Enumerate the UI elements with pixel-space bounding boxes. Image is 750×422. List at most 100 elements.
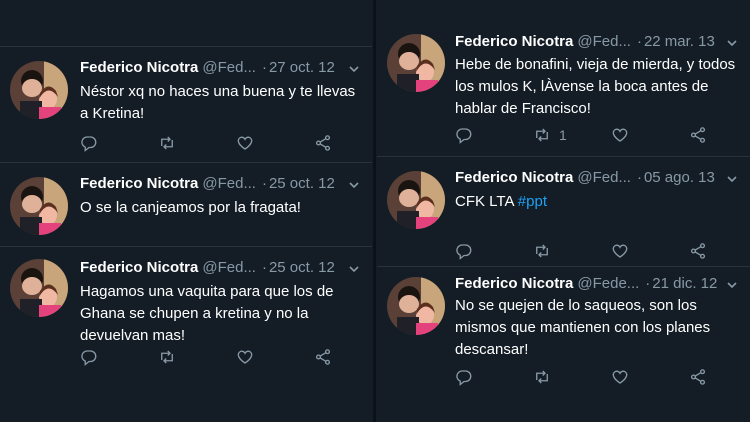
retweet-button[interactable] (158, 133, 184, 153)
tweet-card[interactable]: Federico Nicotra @Fed... · 27 oct. 12 Nésto… (0, 46, 372, 163)
heart-icon (612, 370, 628, 384)
avatar[interactable] (10, 61, 68, 119)
share-icon (315, 349, 331, 365)
avatar[interactable] (10, 177, 68, 235)
tweet-card[interactable]: Federico Nicotra @Fed... · 05 ago. 13 CFK L… (377, 156, 750, 267)
share-button[interactable] (689, 125, 707, 145)
tweet-date[interactable]: 22 mar. 13 (644, 33, 715, 50)
author-handle[interactable]: @Fede... (577, 275, 639, 292)
tweet-date[interactable]: 25 oct. 12 (269, 175, 335, 192)
reply-icon (456, 244, 472, 260)
share-button[interactable] (689, 241, 707, 261)
tweet-header: Federico Nicotra @Fed... · 05 ago. 13 (455, 169, 742, 189)
tweet-column-right: Federico Nicotra @Fed... · 22 mar. 13 Hebe … (377, 0, 750, 422)
tweet-text-content: O se la canjeamos por la fragata! (80, 199, 301, 216)
author-handle[interactable]: @Fed... (577, 169, 631, 186)
retweet-button[interactable]: 1 (533, 125, 567, 145)
hashtag-link[interactable]: #ppt (518, 193, 547, 210)
chevron-down-icon[interactable] (726, 37, 738, 49)
avatar[interactable] (387, 171, 445, 229)
share-button[interactable] (314, 133, 332, 153)
avatar[interactable] (387, 34, 445, 92)
reply-button[interactable] (455, 125, 473, 145)
tweet-date[interactable]: 21 dic. 12 (652, 275, 717, 292)
author-name[interactable]: Federico Nicotra (80, 259, 198, 276)
author-name[interactable]: Federico Nicotra (455, 33, 573, 50)
tweet-actions (80, 347, 350, 367)
tweet-actions (455, 241, 725, 261)
reply-icon (456, 370, 472, 386)
retweet-count: 1 (559, 127, 567, 143)
share-icon (690, 243, 706, 259)
separator-dot: · (261, 175, 267, 192)
like-button[interactable] (236, 133, 254, 153)
retweet-icon (161, 136, 173, 150)
author-name[interactable]: Federico Nicotra (455, 169, 573, 186)
tweet-date[interactable]: 05 ago. 13 (644, 169, 715, 186)
like-button[interactable] (611, 241, 629, 261)
retweet-button[interactable] (533, 367, 559, 387)
tweet-header: Federico Nicotra @Fed... · 25 oct. 12 (80, 175, 364, 195)
retweet-button[interactable] (533, 241, 559, 261)
tweet-date[interactable]: 25 oct. 12 (269, 259, 335, 276)
retweet-icon (536, 244, 548, 258)
tweet-card[interactable]: Federico Nicotra @Fede... · 21 dic. 12 No s… (377, 266, 750, 395)
retweet-icon (536, 370, 548, 384)
chevron-down-icon[interactable] (726, 279, 738, 291)
author-name[interactable]: Federico Nicotra (80, 59, 198, 76)
reply-button[interactable] (455, 241, 473, 261)
heart-icon (612, 128, 628, 142)
tweet-text-content: Hebe de bonafini, vieja de mierda, y tod… (455, 56, 736, 117)
share-button[interactable] (689, 367, 707, 387)
tweet-actions (80, 133, 350, 153)
reply-icon (81, 350, 97, 366)
separator-dot: · (261, 259, 267, 276)
retweet-button[interactable] (158, 347, 184, 367)
retweet-icon (161, 350, 173, 364)
tweet-card[interactable]: Federico Nicotra @Fed... · 22 mar. 13 Hebe … (377, 22, 750, 156)
like-button[interactable] (611, 125, 629, 145)
share-icon (690, 369, 706, 385)
tweet-date[interactable]: 27 oct. 12 (269, 59, 335, 76)
share-icon (690, 127, 706, 143)
reply-button[interactable] (455, 367, 473, 387)
reply-icon (81, 136, 97, 152)
like-button[interactable] (236, 347, 254, 367)
avatar[interactable] (10, 259, 68, 317)
tweet-column-left: Federico Nicotra @Fed... · 27 oct. 12 Nésto… (0, 0, 372, 422)
like-button[interactable] (611, 367, 629, 387)
separator-dot: · (645, 275, 651, 292)
tweet-text: Néstor xq no haces una buena y te llevas… (80, 81, 362, 125)
tweet-card[interactable]: Federico Nicotra @Fed... · 25 oct. 12 O se … (0, 162, 372, 247)
reply-button[interactable] (80, 347, 98, 367)
tweet-header: Federico Nicotra @Fed... · 27 oct. 12 (80, 59, 364, 79)
tweet-actions (455, 367, 725, 387)
share-button[interactable] (314, 347, 332, 367)
separator-dot: · (261, 59, 267, 76)
author-handle[interactable]: @Fed... (202, 59, 256, 76)
tweet-text: Hagamos una vaquita para que los de Ghan… (80, 281, 362, 347)
author-name[interactable]: Federico Nicotra (455, 275, 573, 292)
reply-button[interactable] (80, 133, 98, 153)
tweet-actions: 1 (455, 125, 725, 145)
chevron-down-icon[interactable] (348, 179, 360, 191)
reply-icon (456, 128, 472, 144)
share-icon (315, 135, 331, 151)
author-name[interactable]: Federico Nicotra (80, 175, 198, 192)
author-handle[interactable]: @Fed... (577, 33, 631, 50)
tweet-text-content: CFK LTA (455, 193, 518, 210)
chevron-down-icon[interactable] (726, 173, 738, 185)
tweet-header: Federico Nicotra @Fede... · 21 dic. 12 (455, 275, 742, 295)
tweet-text: CFK LTA #ppt (455, 191, 740, 213)
author-handle[interactable]: @Fed... (202, 259, 256, 276)
tweet-text-content: Hagamos una vaquita para que los de Ghan… (80, 283, 334, 344)
heart-icon (237, 350, 253, 364)
tweet-text: O se la canjeamos por la fragata! (80, 197, 362, 219)
author-handle[interactable]: @Fed... (202, 175, 256, 192)
heart-icon (612, 244, 628, 258)
avatar[interactable] (387, 277, 445, 335)
chevron-down-icon[interactable] (348, 263, 360, 275)
chevron-down-icon[interactable] (348, 63, 360, 75)
tweet-card[interactable]: Federico Nicotra @Fed... · 25 oct. 12 Hagam… (0, 246, 372, 377)
heart-icon (237, 136, 253, 150)
